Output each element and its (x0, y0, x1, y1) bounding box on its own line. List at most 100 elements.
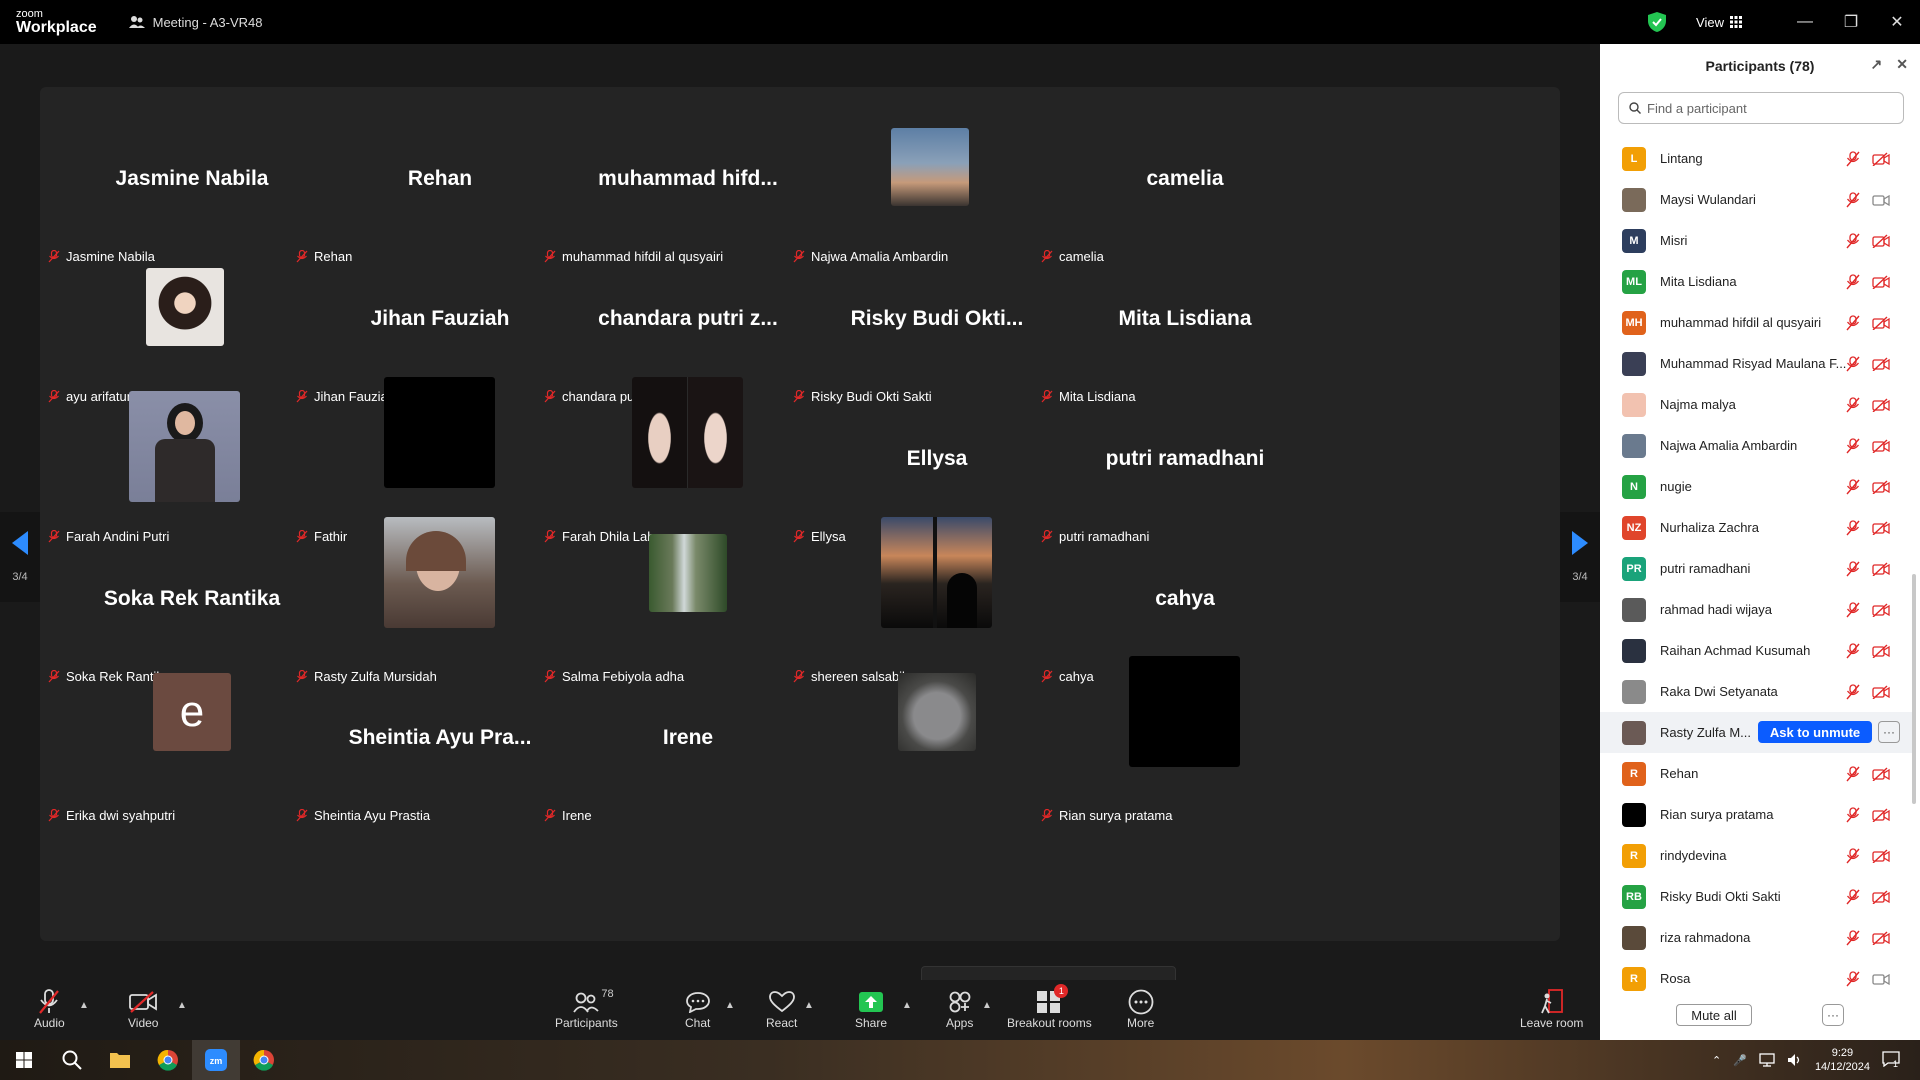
participant-row[interactable]: Raka Dwi Setyanata (1600, 671, 1912, 712)
participant-row[interactable]: RB Risky Budi Okti Sakti (1600, 876, 1912, 917)
mute-all-button[interactable]: Mute all (1676, 1004, 1752, 1026)
video-off-icon[interactable] (1872, 684, 1890, 699)
next-page-button[interactable]: 3/4 (1560, 512, 1600, 602)
mic-muted-icon[interactable] (1846, 355, 1860, 372)
video-off-icon[interactable] (1872, 848, 1890, 863)
start-button[interactable] (0, 1040, 48, 1080)
video-off-icon[interactable] (1872, 807, 1890, 822)
react-button[interactable]: React (766, 988, 797, 1030)
mic-muted-icon[interactable] (1846, 847, 1860, 864)
video-off-icon[interactable] (1872, 930, 1890, 945)
participant-row[interactable]: rahmad hadi wijaya (1600, 589, 1912, 630)
mic-muted-icon[interactable] (1846, 601, 1860, 618)
clock[interactable]: 9:29 14/12/2024 (1815, 1046, 1870, 1074)
participant-row[interactable]: Muhammad Risyad Maulana F... (1600, 343, 1912, 384)
video-off-icon[interactable] (1872, 438, 1890, 453)
taskbar-search-button[interactable] (48, 1040, 96, 1080)
participant-row[interactable]: Maysi Wulandari (1600, 179, 1912, 220)
apps-options-caret[interactable]: ▲ (982, 1000, 992, 1011)
participant-row[interactable]: MH muhammad hifdil al qusyairi (1600, 302, 1912, 343)
mic-muted-icon[interactable] (1846, 683, 1860, 700)
video-tile[interactable]: Rian surya pratama (1033, 656, 1337, 827)
video-off-icon[interactable] (1872, 602, 1890, 617)
participant-row[interactable]: ML Mita Lisdiana (1600, 261, 1912, 302)
breakout-rooms-button[interactable]: 1 Breakout rooms (1007, 984, 1092, 1030)
panel-close-icon[interactable]: ✕ (1896, 56, 1908, 73)
video-off-icon[interactable] (1872, 356, 1890, 371)
mic-muted-icon[interactable] (1846, 765, 1860, 782)
participant-row[interactable]: Rrindydevina (1600, 835, 1912, 876)
video-off-icon[interactable] (1872, 479, 1890, 494)
participant-search[interactable] (1618, 92, 1904, 124)
mic-muted-icon[interactable] (1846, 314, 1860, 331)
chevron-up-icon[interactable]: ⌃ (1712, 1054, 1721, 1067)
apps-button[interactable]: Apps (946, 988, 973, 1030)
mic-muted-icon[interactable] (1846, 396, 1860, 413)
video-on-icon[interactable] (1872, 193, 1890, 207)
mic-muted-icon[interactable] (1846, 273, 1860, 290)
video-off-icon[interactable] (1872, 520, 1890, 535)
file-explorer-button[interactable] (96, 1040, 144, 1080)
view-button[interactable]: View (1696, 15, 1742, 30)
share-button[interactable]: Share (855, 988, 887, 1030)
participant-row[interactable]: Raihan Achmad Kusumah (1600, 630, 1912, 671)
mic-muted-icon[interactable] (1846, 970, 1860, 987)
meeting-info[interactable]: Meeting - A3-VR48 (128, 15, 262, 30)
participant-row[interactable]: M Misri (1600, 220, 1912, 261)
video-off-icon[interactable] (1872, 151, 1890, 166)
video-off-icon[interactable] (1872, 274, 1890, 289)
notification-center-button[interactable]: 1 (1882, 1050, 1900, 1070)
participant-row[interactable]: Rian surya pratama (1600, 794, 1912, 835)
participant-row[interactable]: riza rahmadona (1600, 917, 1912, 958)
volume-icon[interactable] (1787, 1053, 1803, 1067)
prev-page-button[interactable]: 3/4 (0, 512, 40, 602)
participant-scrollbar[interactable] (1912, 574, 1916, 804)
participants-button[interactable]: 78 Participants (555, 988, 618, 1030)
mic-muted-icon[interactable] (1846, 806, 1860, 823)
ask-to-unmute-button[interactable]: Ask to unmute (1758, 721, 1872, 743)
video-off-icon[interactable] (1872, 643, 1890, 658)
share-options-caret[interactable]: ▲ (902, 1000, 912, 1011)
audio-button[interactable]: Audio (34, 988, 65, 1030)
chat-options-caret[interactable]: ▲ (725, 1000, 735, 1011)
participant-row[interactable]: R Rehan (1600, 753, 1912, 794)
participant-row[interactable]: NZ Nurhaliza Zachra (1600, 507, 1912, 548)
participant-row[interactable]: L Lintang (1600, 138, 1912, 179)
popout-icon[interactable]: ↗ (1871, 56, 1883, 73)
restore-button[interactable]: ❐ (1828, 0, 1874, 44)
chat-button[interactable]: Chat (685, 988, 710, 1030)
video-options-caret[interactable]: ▲ (177, 1000, 187, 1011)
participant-more-button[interactable]: ··· (1878, 721, 1900, 743)
mic-muted-icon[interactable] (1846, 150, 1860, 167)
microphone-icon[interactable]: 🎤 (1733, 1054, 1747, 1067)
video-off-icon[interactable] (1872, 315, 1890, 330)
more-button[interactable]: More (1127, 988, 1154, 1030)
audio-options-caret[interactable]: ▲ (79, 1000, 89, 1011)
zoom-taskbar-button[interactable]: zm (192, 1040, 240, 1080)
participant-row[interactable]: Nnugie (1600, 466, 1912, 507)
video-off-icon[interactable] (1872, 233, 1890, 248)
close-button[interactable]: ✕ (1874, 0, 1920, 44)
chrome-button[interactable] (144, 1040, 192, 1080)
minimize-button[interactable]: — (1782, 0, 1828, 44)
search-input[interactable] (1647, 100, 1887, 116)
panel-more-button[interactable]: ··· (1822, 1004, 1844, 1026)
chrome-profile-button[interactable] (240, 1040, 288, 1080)
react-options-caret[interactable]: ▲ (804, 1000, 814, 1011)
mic-muted-icon[interactable] (1846, 560, 1860, 577)
mic-muted-icon[interactable] (1846, 191, 1860, 208)
video-on-icon[interactable] (1872, 972, 1890, 986)
network-icon[interactable] (1759, 1053, 1775, 1067)
mic-muted-icon[interactable] (1846, 232, 1860, 249)
participant-row[interactable]: Najwa Amalia Ambardin (1600, 425, 1912, 466)
mic-muted-icon[interactable] (1846, 519, 1860, 536)
leave-room-button[interactable]: Leave room (1520, 988, 1583, 1030)
shield-icon[interactable] (1648, 12, 1667, 32)
video-off-icon[interactable] (1872, 397, 1890, 412)
participant-row[interactable]: Najma malya (1600, 384, 1912, 425)
mic-muted-icon[interactable] (1846, 929, 1860, 946)
video-off-icon[interactable] (1872, 561, 1890, 576)
mic-muted-icon[interactable] (1846, 478, 1860, 495)
participant-row[interactable]: Rasty Zulfa M... Ask to unmute ··· (1600, 712, 1912, 753)
participant-row[interactable]: PR putri ramadhani (1600, 548, 1912, 589)
